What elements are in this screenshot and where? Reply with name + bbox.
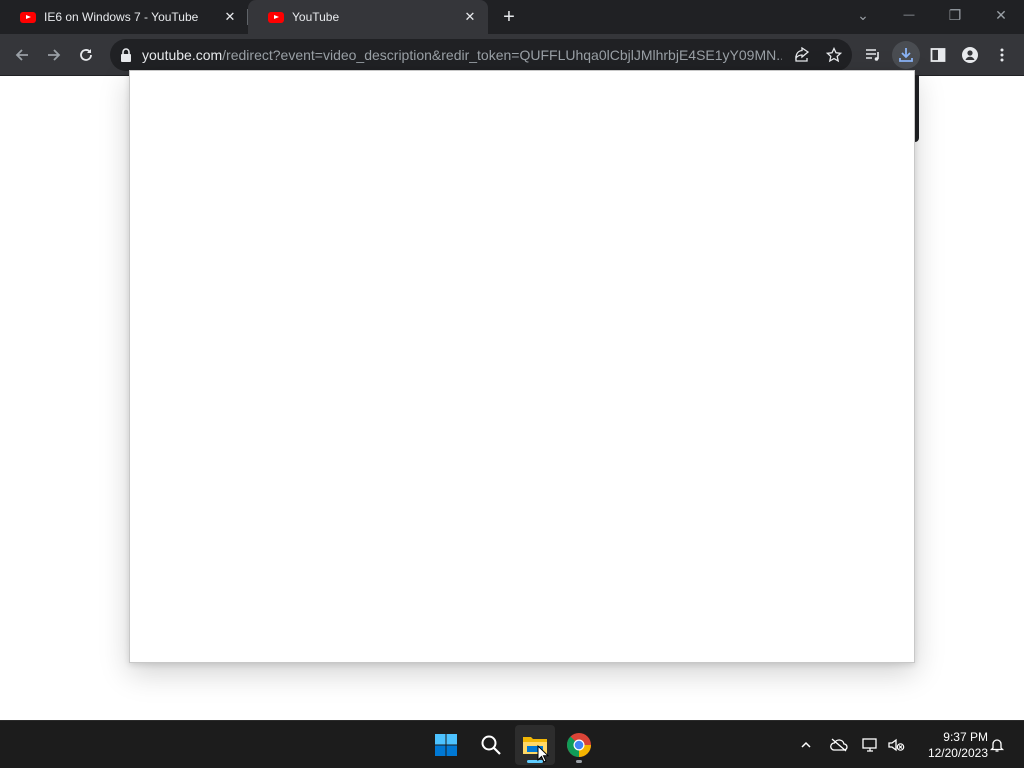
youtube-icon: [268, 11, 284, 23]
notifications-button[interactable]: [986, 721, 1008, 768]
media-controls-button[interactable]: [859, 41, 887, 69]
forward-button[interactable]: [40, 41, 68, 69]
start-icon: [435, 734, 457, 756]
volume-tray-button[interactable]: [884, 721, 908, 768]
arrow-right-icon: [48, 49, 61, 61]
downloads-button[interactable]: [892, 41, 920, 69]
arrow-left-icon: [15, 49, 28, 61]
tab-ie6-video[interactable]: IE6 on Windows 7 - YouTube ✕: [0, 0, 248, 34]
youtube-icon: [20, 11, 36, 23]
clock-time: 9:37 PM: [943, 730, 988, 744]
chrome-taskbar-button[interactable]: [559, 725, 599, 765]
clock-date: 12/20/2023: [927, 746, 988, 760]
running-indicator: [576, 760, 582, 763]
tab-youtube[interactable]: YouTube ✕: [248, 0, 488, 34]
close-tab-icon[interactable]: ✕: [222, 9, 238, 25]
taskbar: 9:37 PM 12/20/2023: [0, 720, 1024, 768]
tab-title: YouTube: [292, 10, 340, 24]
hidden-icons-button[interactable]: [794, 721, 818, 768]
reload-button[interactable]: [72, 41, 100, 69]
reload-icon: [80, 49, 92, 61]
chrome-icon: [566, 733, 591, 757]
network-icon: [862, 738, 877, 752]
new-tab-button[interactable]: +: [497, 5, 521, 29]
kebab-menu-icon: [1000, 48, 1004, 62]
bookmark-button[interactable]: [824, 45, 844, 65]
profile-button[interactable]: [956, 41, 984, 69]
file-explorer-button[interactable]: [515, 725, 555, 765]
clock[interactable]: 9:37 PM 12/20/2023: [912, 729, 988, 761]
url-path: /redirect?event=video_description&redir_…: [222, 47, 782, 63]
url-text: youtube.com/redirect?event=video_descrip…: [142, 39, 782, 71]
onedrive-tray-button[interactable]: [826, 721, 852, 768]
chevron-up-icon: [801, 741, 811, 748]
bell-icon: [989, 739, 1005, 752]
volume-muted-icon: [888, 738, 905, 752]
mouse-cursor-icon: [537, 745, 549, 763]
tab-search-button[interactable]: ⌄: [840, 0, 886, 30]
share-icon: [795, 47, 810, 62]
download-icon: [899, 48, 913, 62]
blank-popup-window: [129, 70, 915, 663]
tab-title: IE6 on Windows 7 - YouTube: [44, 10, 199, 24]
playlist-icon: [866, 49, 879, 61]
close-window-button[interactable]: ✕: [978, 0, 1024, 30]
lock-icon: [121, 48, 131, 62]
tab-strip: IE6 on Windows 7 - YouTube ✕ YouTube ✕ +…: [0, 0, 1024, 34]
back-button[interactable]: [8, 41, 36, 69]
close-tab-icon[interactable]: ✕: [462, 9, 478, 25]
minimize-button[interactable]: —: [886, 0, 932, 30]
start-button[interactable]: [426, 725, 466, 765]
chrome-menu-button[interactable]: [988, 41, 1016, 69]
star-icon: [826, 47, 842, 63]
restore-button[interactable]: ❐: [932, 0, 978, 30]
address-bar[interactable]: youtube.com/redirect?event=video_descrip…: [110, 39, 852, 71]
url-host: youtube.com: [142, 47, 223, 63]
search-button[interactable]: [471, 725, 511, 765]
person-icon: [962, 47, 978, 63]
side-panel-icon: [930, 48, 946, 62]
cloud-offline-icon: [830, 738, 848, 752]
network-tray-button[interactable]: [858, 721, 882, 768]
share-button[interactable]: [792, 45, 812, 65]
side-panel-button[interactable]: [924, 41, 952, 69]
search-icon: [481, 735, 501, 755]
